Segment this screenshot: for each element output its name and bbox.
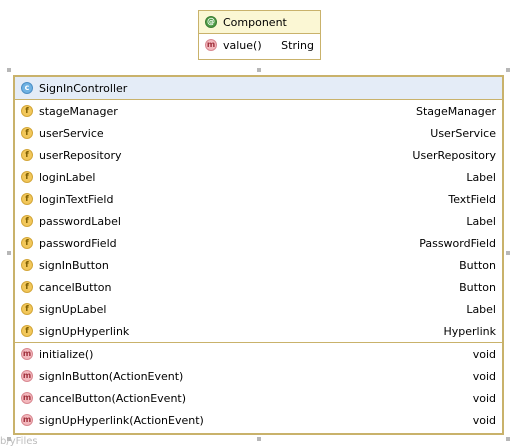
class-icon: c xyxy=(21,82,33,94)
method-icon: m xyxy=(21,414,33,426)
method-type: String xyxy=(281,38,314,52)
field-type: Label xyxy=(466,170,496,184)
edge-handle[interactable] xyxy=(257,68,261,72)
field-type: Button xyxy=(459,258,496,272)
field-icon: f xyxy=(21,105,33,117)
method-name: initialize() xyxy=(39,347,94,361)
field-name: signUpHyperlink xyxy=(39,324,130,338)
field-type: Label xyxy=(466,302,496,316)
component-node[interactable]: @ Component m value() String xyxy=(198,10,321,60)
method-icon: m xyxy=(205,39,217,51)
selection-handle[interactable] xyxy=(7,68,11,72)
method-type: void xyxy=(472,413,496,427)
field-name: stageManager xyxy=(39,104,118,118)
field-row: f loginTextField TextField xyxy=(15,188,502,210)
field-type: TextField xyxy=(448,192,496,206)
methods-section: m initialize() void m signInButton(Actio… xyxy=(15,343,502,431)
controller-title: SignInController xyxy=(39,81,128,95)
method-row: m cancelButton(ActionEvent) void xyxy=(15,387,502,409)
field-type: Label xyxy=(466,214,496,228)
field-icon: f xyxy=(21,149,33,161)
field-type: UserService xyxy=(430,126,496,140)
method-row: m signInButton(ActionEvent) void xyxy=(15,365,502,387)
yfiles-watermark: b/yFiles xyxy=(0,436,38,447)
method-row: m signUpHyperlink(ActionEvent) void xyxy=(15,409,502,431)
field-icon: f xyxy=(21,281,33,293)
field-name: signUpLabel xyxy=(39,302,107,316)
selection-handle[interactable] xyxy=(7,251,11,255)
field-icon: f xyxy=(21,237,33,249)
annotation-icon: @ xyxy=(205,16,217,28)
controller-header: c SignInController xyxy=(15,77,502,99)
method-type: void xyxy=(472,347,496,361)
field-name: cancelButton xyxy=(39,280,112,294)
field-name: userRepository xyxy=(39,148,122,162)
field-row: f userService UserService xyxy=(15,122,502,144)
field-row: f passwordLabel Label xyxy=(15,210,502,232)
field-icon: f xyxy=(21,127,33,139)
method-type: void xyxy=(472,391,496,405)
field-row: f stageManager StageManager xyxy=(15,100,502,122)
method-name: signUpHyperlink(ActionEvent) xyxy=(39,413,204,427)
field-name: passwordLabel xyxy=(39,214,121,228)
field-type: UserRepository xyxy=(412,148,496,162)
field-name: loginTextField xyxy=(39,192,114,206)
field-name: loginLabel xyxy=(39,170,96,184)
method-icon: m xyxy=(21,392,33,404)
field-row: f loginLabel Label xyxy=(15,166,502,188)
field-row: f signUpLabel Label xyxy=(15,298,502,320)
field-row: f userRepository UserRepository xyxy=(15,144,502,166)
selection-handle[interactable] xyxy=(506,251,510,255)
field-icon: f xyxy=(21,303,33,315)
field-icon: f xyxy=(21,193,33,205)
field-type: PasswordField xyxy=(419,236,496,250)
signin-controller-node[interactable]: c SignInController f stageManager StageM… xyxy=(13,75,504,435)
method-name: value() xyxy=(223,38,262,52)
component-title: Component xyxy=(223,15,287,29)
field-row: f passwordField PasswordField xyxy=(15,232,502,254)
field-row: f signUpHyperlink Hyperlink xyxy=(15,320,502,342)
field-icon: f xyxy=(21,325,33,337)
field-type: StageManager xyxy=(415,104,496,118)
method-type: void xyxy=(472,369,496,383)
selection-handle[interactable] xyxy=(257,437,261,441)
selection-handle[interactable] xyxy=(506,437,510,441)
field-type: Button xyxy=(459,280,496,294)
method-icon: m xyxy=(21,370,33,382)
selection-handle[interactable] xyxy=(506,68,510,72)
field-type: Hyperlink xyxy=(443,324,496,338)
component-method-row: m value() String xyxy=(199,34,320,56)
fields-section: f stageManager StageManager f userServic… xyxy=(15,100,502,342)
field-name: passwordField xyxy=(39,236,117,250)
component-header: @ Component xyxy=(199,11,320,33)
field-row: f signInButton Button xyxy=(15,254,502,276)
field-row: f cancelButton Button xyxy=(15,276,502,298)
field-name: userService xyxy=(39,126,104,140)
method-name: cancelButton(ActionEvent) xyxy=(39,391,187,405)
method-name: signInButton(ActionEvent) xyxy=(39,369,184,383)
field-icon: f xyxy=(21,171,33,183)
field-name: signInButton xyxy=(39,258,109,272)
method-icon: m xyxy=(21,348,33,360)
field-icon: f xyxy=(21,259,33,271)
field-icon: f xyxy=(21,215,33,227)
method-row: m initialize() void xyxy=(15,343,502,365)
